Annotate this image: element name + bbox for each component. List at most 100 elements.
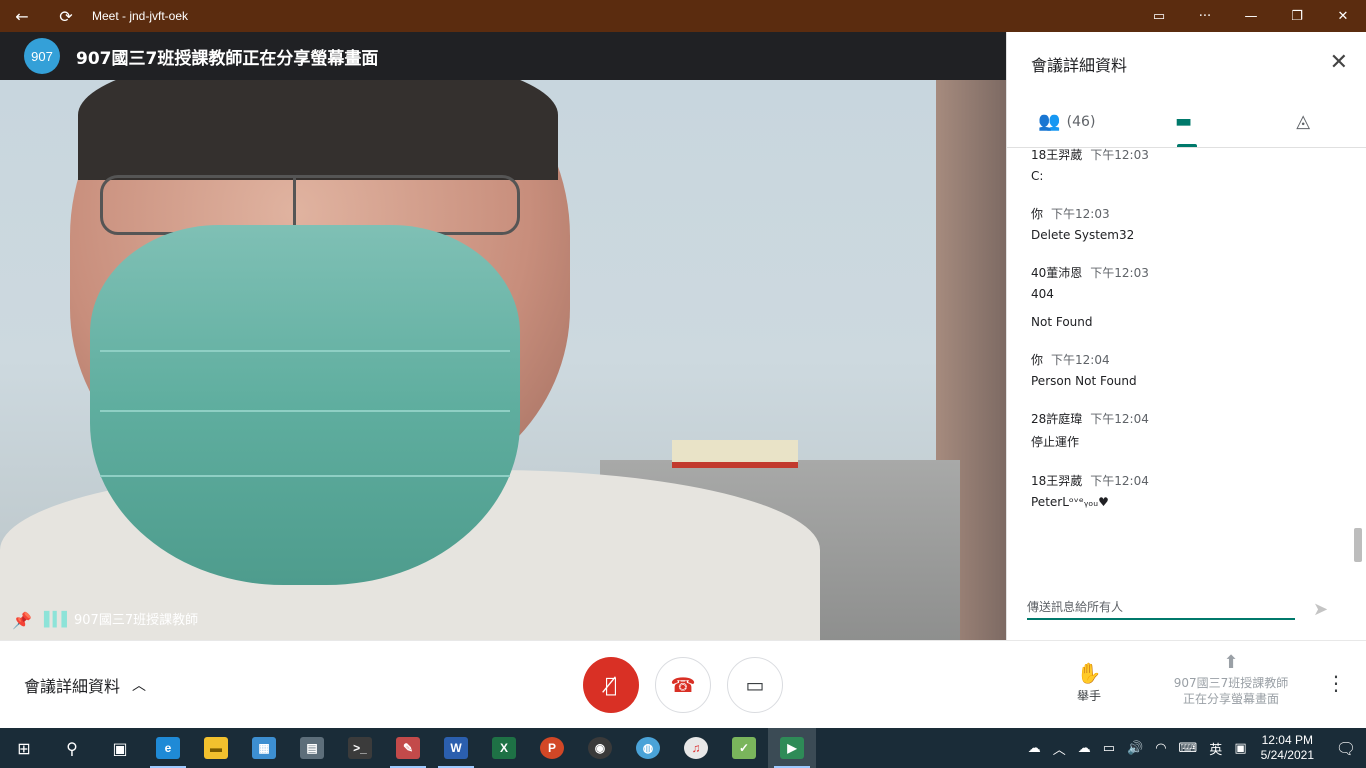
minimize-button[interactable]: — xyxy=(1228,0,1274,32)
avatar: 907 xyxy=(24,38,60,74)
clock-time: 12:04 PM xyxy=(1261,733,1313,747)
people-icon: 👥 xyxy=(1038,111,1061,132)
audio-level-icon: ▌▍▌ xyxy=(44,612,72,628)
chat-message: 你下午12:03 Delete System32 xyxy=(1031,205,1366,242)
message-text: C: xyxy=(1031,169,1044,183)
chat-scrollbar[interactable] xyxy=(1354,528,1362,562)
paint-icon[interactable]: ✎ xyxy=(384,728,432,768)
message-time: 下午12:04 xyxy=(1090,412,1149,426)
presenting-line-2: 正在分享螢幕畫面 xyxy=(1182,692,1279,706)
meet-icon[interactable]: ▶ xyxy=(768,728,816,768)
chat-message: 18王羿葳 下午12:04 PeterLᵒᵛᵉᵧₒᵤ♥ xyxy=(1031,472,1366,509)
participant-name: 907國三7班授課教師 xyxy=(74,613,199,628)
chevron-up-icon: ︿ xyxy=(132,678,147,694)
itunes-icon[interactable]: ♫ xyxy=(672,728,720,768)
battery-icon[interactable]: ▭ xyxy=(1103,741,1115,756)
onedrive-icon[interactable]: ☁ xyxy=(1078,741,1091,756)
panel-header: 會議詳細資料 ✕ xyxy=(1007,32,1366,96)
more-horizontal-icon[interactable]: ··· xyxy=(1182,0,1228,32)
send-icon[interactable]: ➤ xyxy=(1313,599,1328,620)
close-icon[interactable]: ✕ xyxy=(1330,50,1348,75)
sender-name: 18王羿葳 xyxy=(1031,474,1083,488)
mic-off-icon: 🎙̸ xyxy=(604,673,617,697)
people-count: (46) xyxy=(1066,113,1096,130)
globe-icon[interactable]: ◍ xyxy=(624,728,672,768)
message-time: 下午12:04 xyxy=(1090,474,1149,488)
store-icon[interactable]: ▤ xyxy=(288,728,336,768)
message-time: 下午12:03 xyxy=(1090,266,1149,280)
presenting-status[interactable]: ⬆ 907國三7班授課教師 正在分享螢幕畫面 xyxy=(1162,652,1300,707)
clock-date: 5/24/2021 xyxy=(1260,748,1314,762)
excel-icon[interactable]: X xyxy=(480,728,528,768)
presenting-line-1: 907國三7班授課教師 xyxy=(1173,676,1289,690)
control-panel-icon[interactable]: ▦ xyxy=(240,728,288,768)
raise-hand-button[interactable]: ✋ 舉手 xyxy=(1062,661,1116,704)
meeting-details-label: 會議詳細資料 xyxy=(24,677,121,696)
powerpoint-icon[interactable]: P xyxy=(528,728,576,768)
message-time: 下午12:04 xyxy=(1051,353,1110,367)
system-tray: ☁ ︿ ☁ ▭ 🔊 ◠ ⌨ 英 ▣ 12:04 PM 5/24/2021 🗨 xyxy=(1022,728,1366,768)
message-text: Person Not Found xyxy=(1031,374,1137,388)
window-title: Meet - jnd-jvft-oek xyxy=(92,9,189,23)
task-view-icon[interactable]: ▣ xyxy=(96,728,144,768)
chevron-up-icon[interactable]: ︿ xyxy=(1053,739,1066,758)
refresh-icon[interactable]: ⟳ xyxy=(44,0,88,32)
message-text: Delete System32 xyxy=(1031,228,1135,242)
volume-icon[interactable]: 🔊 xyxy=(1127,741,1143,756)
file-explorer-icon[interactable]: ▬ xyxy=(192,728,240,768)
message-text: PeterLᵒᵛᵉᵧₒᵤ♥ xyxy=(1031,495,1109,509)
chat-message: 你下午12:04 Person Not Found xyxy=(1031,351,1366,388)
keyboard-icon[interactable]: ⌨ xyxy=(1179,741,1198,756)
word-icon[interactable]: W xyxy=(432,728,480,768)
notepad-icon[interactable]: ✓ xyxy=(720,728,768,768)
tab-people[interactable]: 👥 (46) xyxy=(1007,96,1127,147)
ime-indicator[interactable]: 英 xyxy=(1209,739,1222,758)
tab-activities[interactable]: ◬ xyxy=(1246,96,1366,147)
message-text: 停止運作 xyxy=(1031,435,1080,449)
chat-message: 40董沛恩 下午12:03 404 Not Found xyxy=(1031,264,1366,329)
message-time: 下午12:03 xyxy=(1090,148,1149,162)
activities-icon: ◬ xyxy=(1296,111,1311,132)
sender-name: 40董沛恩 xyxy=(1031,266,1083,280)
wifi-icon[interactable]: ◠ xyxy=(1155,741,1166,756)
input-mode-icon[interactable]: ▣ xyxy=(1234,741,1246,756)
panel-tabs: 👥 (46) ▬ ◬ xyxy=(1007,96,1366,148)
video-feed xyxy=(0,32,1006,640)
meeting-details-panel: 會議詳細資料 ✕ 👥 (46) ▬ ◬ 18王羿葳 下午12:03 C: 你下午1… xyxy=(1006,32,1366,640)
mic-toggle-button[interactable]: 🎙̸ xyxy=(583,657,639,713)
message-text: 404 xyxy=(1031,287,1054,301)
chat-input-row: ➤ xyxy=(1027,592,1347,620)
camera-toggle-button[interactable]: ▭ xyxy=(727,657,783,713)
panel-title: 會議詳細資料 xyxy=(1031,56,1128,75)
video-camera-icon: ▭ xyxy=(745,673,765,697)
phone-hangup-icon: ☎ xyxy=(670,673,696,697)
weather-icon[interactable]: ☁ xyxy=(1028,741,1041,756)
present-screen-icon: ⬆ xyxy=(1223,652,1239,673)
obs-icon[interactable]: ◉ xyxy=(576,728,624,768)
camera-icon[interactable]: ▭ xyxy=(1136,0,1182,32)
chat-message: 28許庭瑋 下午12:04 停止運作 xyxy=(1031,410,1366,450)
video-stage: 907 907國三7班授課教師正在分享螢幕畫面 📌 ▌▍▌ 907國三7班授課教… xyxy=(0,32,1006,640)
chat-input[interactable] xyxy=(1027,596,1295,620)
pin-icon[interactable]: 📌 xyxy=(12,611,32,630)
chat-icon: ▬ xyxy=(1175,111,1193,132)
windows-taskbar: ⊞ ⚲ ▣ e ▬ ▦ ▤ >_ ✎ W X P ◉ ◍ ♫ ✓ ▶ ☁ ︿ ☁… xyxy=(0,728,1366,768)
notification-icon[interactable]: 🗨 xyxy=(1326,739,1366,758)
clock[interactable]: 12:04 PM 5/24/2021 xyxy=(1261,733,1314,763)
edge-icon[interactable]: e xyxy=(144,728,192,768)
tab-chat[interactable]: ▬ xyxy=(1127,96,1247,147)
terminal-icon[interactable]: >_ xyxy=(336,728,384,768)
search-icon[interactable]: ⚲ xyxy=(48,728,96,768)
presenting-text: 907國三7班授課教師正在分享螢幕畫面 xyxy=(76,48,379,69)
meeting-details-button[interactable]: 會議詳細資料 ︿ xyxy=(24,673,146,697)
message-time: 下午12:03 xyxy=(1051,207,1110,221)
maximize-button[interactable]: ❐ xyxy=(1274,0,1320,32)
sender-name: 你 xyxy=(1031,353,1044,367)
sender-name: 你 xyxy=(1031,207,1044,221)
back-arrow-icon[interactable]: ← xyxy=(0,0,44,32)
close-window-button[interactable]: ✕ xyxy=(1320,0,1366,32)
sender-name: 18王羿葳 xyxy=(1031,148,1083,162)
start-button[interactable]: ⊞ xyxy=(0,728,48,768)
more-options-icon[interactable]: ⋮ xyxy=(1326,671,1346,695)
hang-up-button[interactable]: ☎ xyxy=(655,657,711,713)
